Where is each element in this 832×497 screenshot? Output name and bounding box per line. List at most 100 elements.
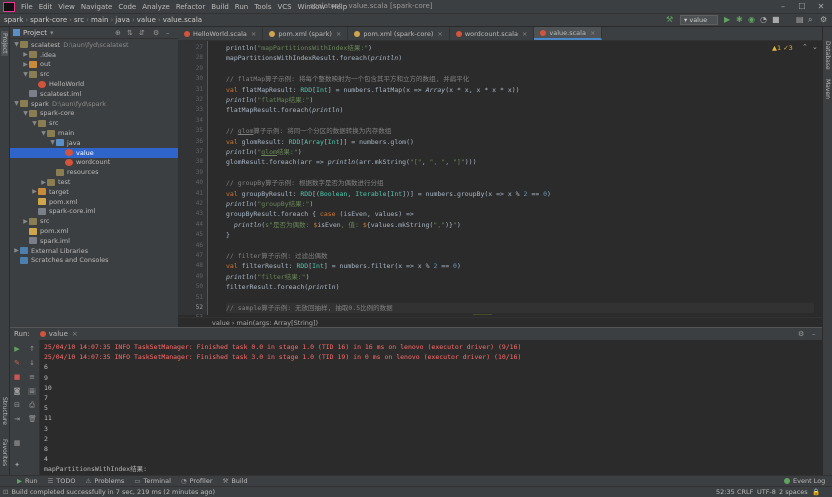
close-icon[interactable]: × (336, 30, 341, 38)
tree-item[interactable]: pom.xml (10, 226, 178, 236)
run-tab-value[interactable]: value (49, 330, 68, 338)
close-tab-icon[interactable]: × (72, 330, 78, 338)
bottom-tab-todo[interactable]: ☰ TODO (42, 477, 80, 485)
bottom-tab-run[interactable]: ▶ Run (12, 477, 42, 485)
project-structure-icon[interactable]: ▤ (796, 15, 804, 24)
breadcrumb-item[interactable]: spark (2, 16, 25, 24)
tree-item[interactable]: spark.iml (10, 236, 178, 246)
search-icon[interactable]: ⌕ (808, 15, 812, 25)
database-tool-tab[interactable]: Database (824, 41, 831, 70)
menu-item-run[interactable]: Run (232, 3, 251, 11)
close-window-button[interactable]: ✕ (812, 1, 830, 13)
bottom-tab-terminal[interactable]: ▭ Terminal (129, 477, 176, 485)
tree-item[interactable]: ▼ main (10, 128, 178, 138)
tree-item[interactable]: ▶ test (10, 177, 178, 187)
debug-icon[interactable]: ✱ (736, 15, 743, 24)
indent-setting[interactable]: 2 spaces (779, 488, 808, 496)
tree-item[interactable]: ▼ src (10, 118, 178, 128)
project-panel-title[interactable]: Project (23, 29, 47, 37)
chevron-down-icon[interactable]: ▾ (50, 29, 54, 37)
tree-item[interactable]: resources (10, 167, 178, 177)
editor-tab[interactable]: HelloWorld.scala × (178, 27, 264, 40)
maven-tool-tab[interactable]: Maven (824, 79, 831, 99)
tree-item[interactable]: spark-core.iml (10, 207, 178, 217)
favorites-tool-tab[interactable]: Favorites (1, 439, 8, 466)
run-icon[interactable]: ▶ (724, 15, 730, 24)
tree-item[interactable]: ▶ .idea (10, 50, 178, 60)
file-encoding[interactable]: UTF-8 (757, 488, 776, 496)
tree-item[interactable]: wordcount (10, 158, 178, 168)
breadcrumb-item[interactable]: main (89, 16, 111, 24)
menu-item-build[interactable]: Build (208, 3, 232, 11)
breadcrumb-item[interactable]: spark-core (28, 16, 69, 24)
menu-item-tools[interactable]: Tools (251, 3, 274, 11)
structure-tool-tab[interactable]: Structure (1, 397, 8, 425)
tree-item[interactable]: ▼ java (10, 138, 178, 148)
close-icon[interactable]: × (522, 30, 527, 38)
tree-item[interactable]: pom.xml (10, 197, 178, 207)
console-output[interactable]: 25/04/10 14:07:35 INFO TaskSetManager: F… (10, 340, 822, 476)
editor-tab[interactable]: wordcount.scala × (450, 27, 535, 40)
tree-item[interactable]: Scratches and Consoles (10, 256, 178, 266)
tree-item[interactable]: value (10, 147, 178, 158)
breadcrumb-item[interactable]: value (135, 16, 158, 24)
menu-item-file[interactable]: File (18, 3, 36, 11)
close-icon[interactable]: × (590, 29, 595, 37)
menu-item-refactor[interactable]: Refactor (173, 3, 208, 11)
maximize-button[interactable]: ☐ (793, 1, 811, 13)
tree-item[interactable]: HelloWorld (10, 79, 178, 89)
menu-item-navigate[interactable]: Navigate (78, 3, 115, 11)
expand-arrow-icon[interactable]: ▶ (13, 247, 20, 254)
run-config-select[interactable]: ▾ value (680, 15, 718, 25)
expand-arrow-icon[interactable]: ▶ (40, 179, 47, 186)
editor-tab[interactable]: value.scala × (534, 27, 603, 40)
menu-item-edit[interactable]: Edit (36, 3, 56, 11)
close-icon[interactable]: × (437, 30, 442, 38)
expand-arrow-icon[interactable]: ▼ (22, 110, 29, 117)
close-icon[interactable]: × (251, 30, 256, 38)
minimize-button[interactable]: – (774, 1, 792, 13)
expand-arrow-icon[interactable]: ▼ (13, 100, 20, 107)
collapse-all-icon[interactable]: ⇵ (139, 29, 145, 37)
tree-item[interactable]: ▼ spark-core (10, 109, 178, 119)
locate-icon[interactable]: ⊕ (115, 29, 121, 37)
editor-tab[interactable]: pom.xml (spark-core) × (348, 27, 450, 40)
tree-item[interactable]: ▼ spark D:\aun\fyd\spark (10, 99, 178, 109)
bottom-tab-problems[interactable]: ⚠ Problems (81, 477, 130, 485)
breadcrumb-item[interactable]: java (113, 16, 132, 24)
expand-arrow-icon[interactable]: ▼ (40, 130, 47, 137)
code-area[interactable]: println("mapPartitionsWithIndex结果:") map… (178, 41, 814, 315)
tree-item[interactable]: ▶ target (10, 187, 178, 197)
hide-panel-icon[interactable]: – (166, 29, 170, 37)
expand-all-icon[interactable]: ⇅ (127, 29, 133, 37)
menu-item-code[interactable]: Code (115, 3, 139, 11)
caret-position[interactable]: 52:35 (716, 488, 735, 496)
line-separator[interactable]: CRLF (737, 488, 753, 496)
menu-item-vcs[interactable]: VCS (274, 3, 294, 11)
bottom-tab-profiler[interactable]: ◔ Profiler (176, 477, 218, 485)
breadcrumb-item[interactable]: src (72, 16, 86, 24)
code-breadcrumb[interactable]: value › main(args: Array[String]) (178, 317, 822, 327)
tree-item[interactable]: scalatest.iml (10, 89, 178, 99)
expand-arrow-icon[interactable]: ▼ (31, 120, 38, 127)
coverage-icon[interactable]: ◉ (748, 15, 755, 24)
tree-item[interactable]: ▼ src (10, 69, 178, 79)
project-tool-tab[interactable]: Project (1, 31, 8, 56)
expand-arrow-icon[interactable]: ▶ (22, 51, 29, 58)
lock-icon[interactable]: 🔒 (812, 488, 820, 496)
editor-tab[interactable]: pom.xml (spark) × (263, 27, 349, 40)
expand-arrow-icon[interactable]: ▼ (49, 139, 56, 146)
gear-icon[interactable]: ⚙ (153, 29, 159, 37)
hide-panel-icon[interactable]: – (812, 330, 816, 338)
menu-item-view[interactable]: View (55, 3, 78, 11)
tree-item[interactable]: ▼ scalatest D:\aun\fyd\scalatest (10, 40, 178, 50)
breadcrumb-item[interactable]: value.scala (161, 16, 204, 24)
expand-arrow-icon[interactable]: ▶ (31, 188, 38, 195)
tree-item[interactable]: ▶ src (10, 216, 178, 226)
stop-icon[interactable]: ■ (772, 15, 780, 24)
settings-icon[interactable]: ⚙ (820, 15, 827, 24)
expand-arrow-icon[interactable]: ▶ (22, 218, 29, 225)
tree-item[interactable]: ▶ External Libraries (10, 246, 178, 256)
profile-icon[interactable]: ◔ (760, 15, 767, 24)
status-message[interactable]: Build completed successfully in 7 sec, 2… (11, 488, 215, 496)
